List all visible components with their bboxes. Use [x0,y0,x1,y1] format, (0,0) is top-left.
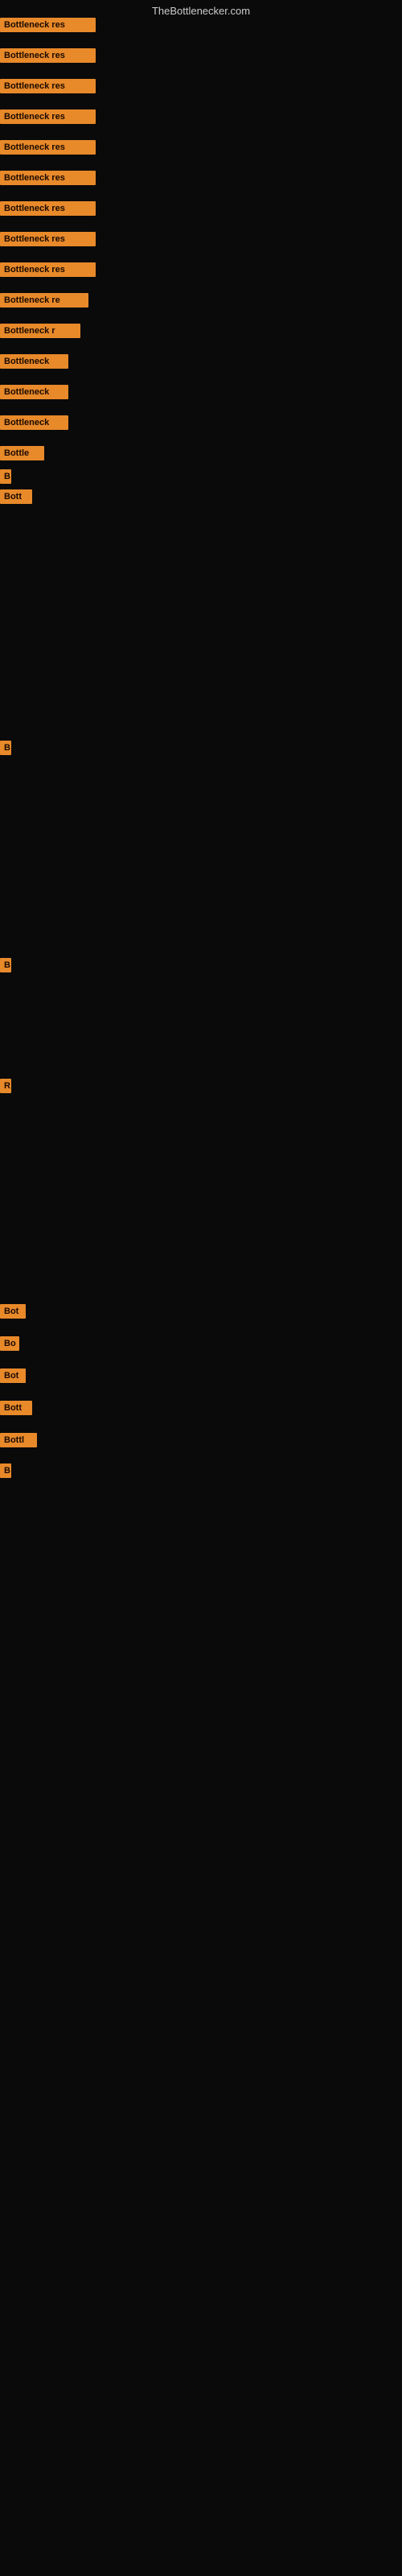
bottleneck-label-17[interactable]: Bott [0,489,32,504]
bottleneck-label-13[interactable]: Bottleneck [0,385,68,399]
bottleneck-label-19[interactable]: B [0,958,11,972]
bottleneck-label-1[interactable]: Bottleneck res [0,18,96,32]
bottleneck-label-5[interactable]: Bottleneck res [0,140,96,155]
bottleneck-label-16[interactable]: B [0,469,11,484]
bottleneck-label-3[interactable]: Bottleneck res [0,79,96,93]
bottleneck-label-22[interactable]: Bo [0,1336,19,1351]
bottleneck-label-4[interactable]: Bottleneck res [0,109,96,124]
bottleneck-label-20[interactable]: R [0,1079,11,1093]
bottleneck-label-9[interactable]: Bottleneck res [0,262,96,277]
bottleneck-label-24[interactable]: Bott [0,1401,32,1415]
bottleneck-label-7[interactable]: Bottleneck res [0,201,96,216]
bottleneck-label-26[interactable]: B [0,1463,11,1478]
bottleneck-label-11[interactable]: Bottleneck r [0,324,80,338]
bottleneck-label-8[interactable]: Bottleneck res [0,232,96,246]
bottleneck-label-21[interactable]: Bot [0,1304,26,1319]
bottleneck-label-10[interactable]: Bottleneck re [0,293,88,308]
bottleneck-label-14[interactable]: Bottleneck [0,415,68,430]
bottleneck-label-15[interactable]: Bottle [0,446,44,460]
bottleneck-label-2[interactable]: Bottleneck res [0,48,96,63]
bottleneck-label-12[interactable]: Bottleneck [0,354,68,369]
bottleneck-label-18[interactable]: B [0,741,11,755]
bottleneck-label-25[interactable]: Bottl [0,1433,37,1447]
bottleneck-label-23[interactable]: Bot [0,1368,26,1383]
bottleneck-label-6[interactable]: Bottleneck res [0,171,96,185]
